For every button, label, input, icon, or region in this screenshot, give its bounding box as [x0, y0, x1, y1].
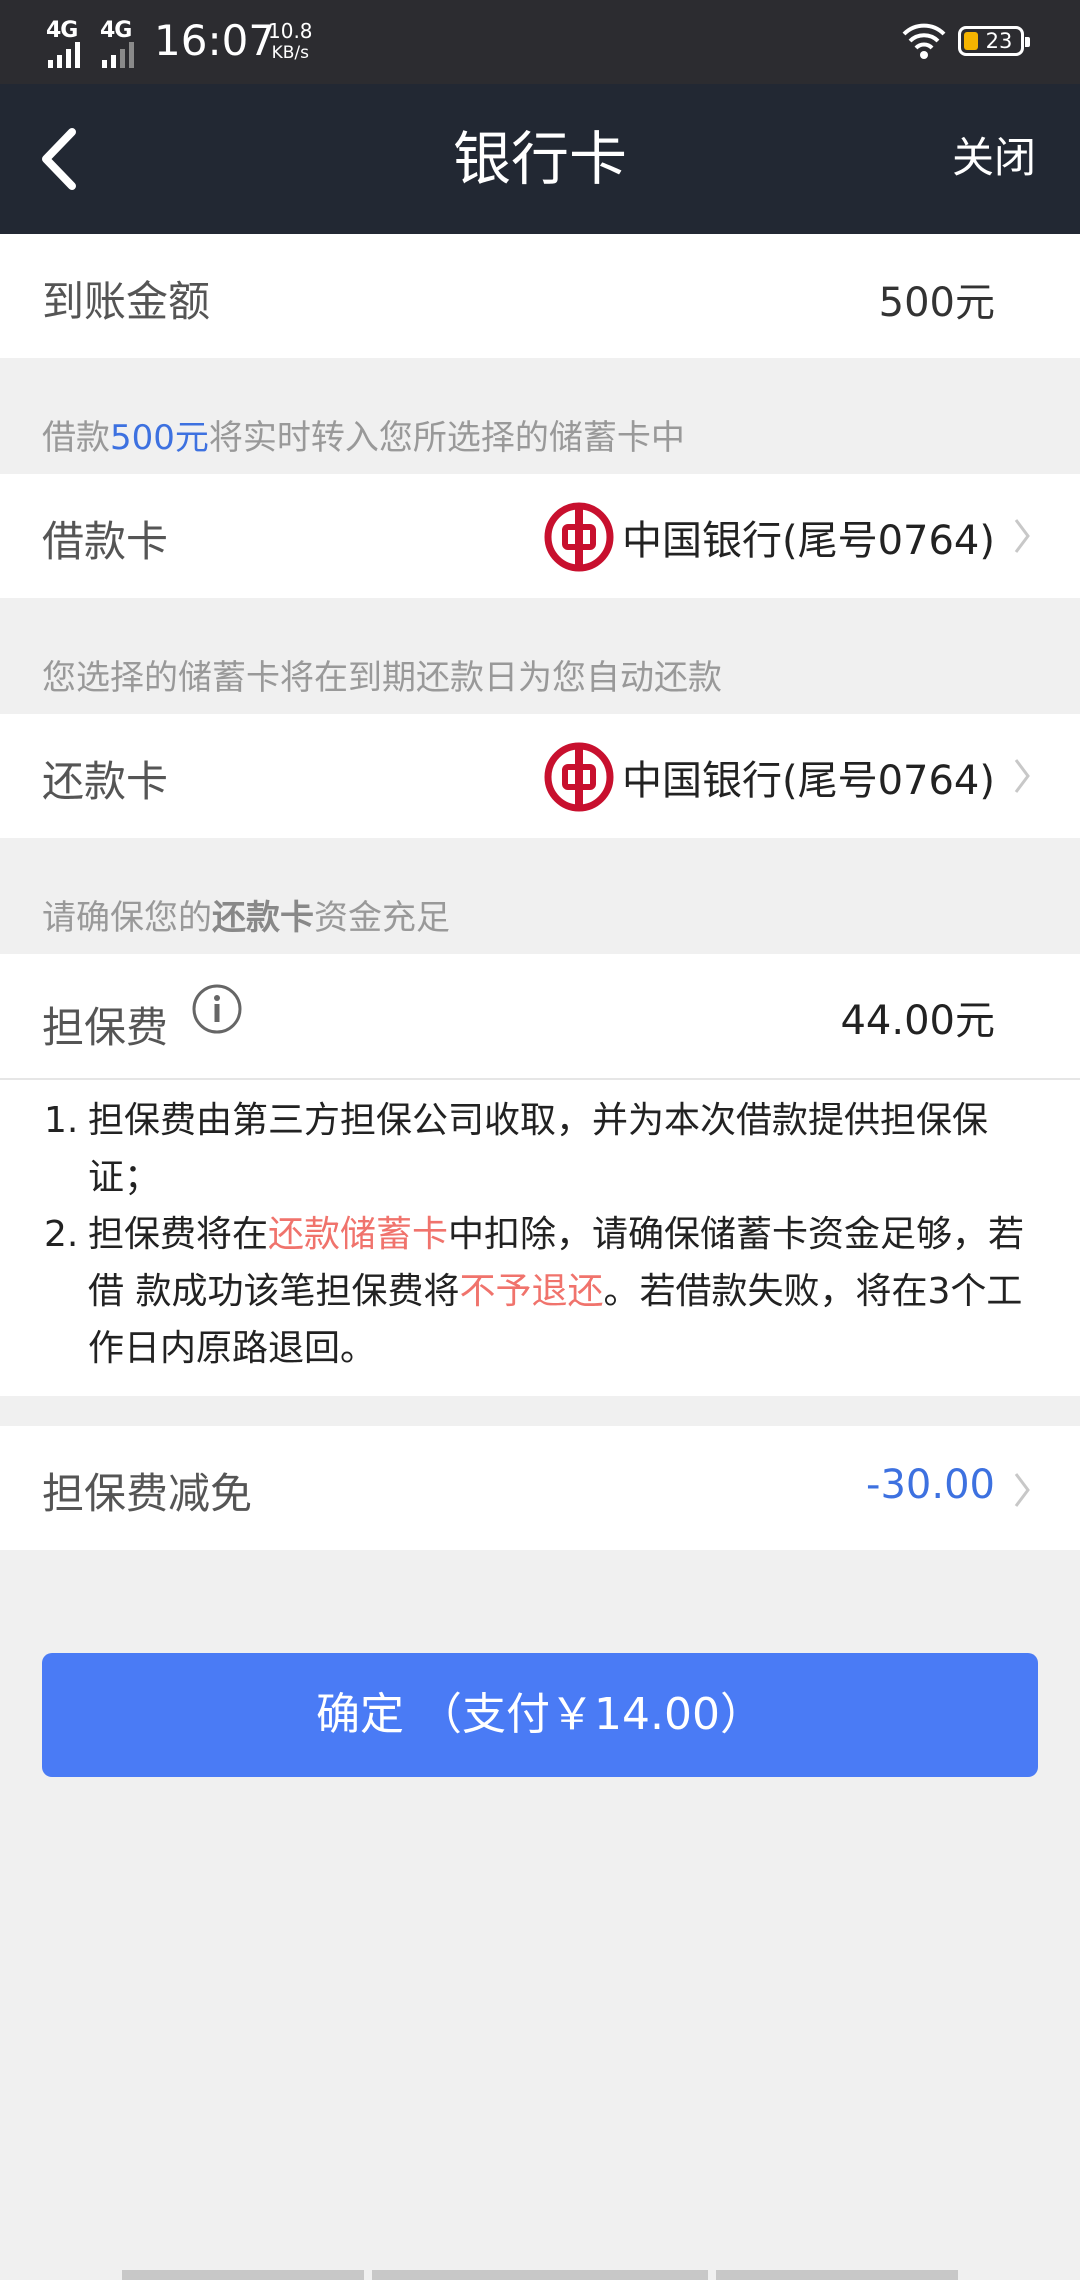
network-type: 4G [46, 18, 78, 43]
bottom-indicator [122, 2270, 364, 2280]
note-highlight: 还款储蓄卡 [268, 1214, 449, 1255]
battery-percent: 23 [985, 29, 1013, 53]
nav-bar: 银行卡 关闭 [0, 84, 1080, 234]
speed-value: 10.8 [268, 19, 313, 43]
battery-icon: 23 [958, 26, 1030, 56]
bottom-indicator [372, 2270, 708, 2280]
info-icon[interactable] [190, 982, 244, 1036]
signal-bars-icon [102, 42, 134, 68]
fee-discount-label: 担保费减免 [42, 1469, 253, 1518]
chevron-right-icon [1014, 759, 1030, 793]
loan-card-row[interactable]: 借款卡 中国银行(尾号0764) [0, 474, 1080, 598]
wifi-icon [902, 23, 946, 59]
bank-of-china-logo-icon [544, 742, 614, 812]
status-bar: 4G 4G 16:07 10.8 KB/s 23 [0, 0, 1080, 84]
guarantee-fee-value: 44.00元 [840, 998, 995, 1044]
repay-card-bank: 中国银行(尾号0764) [544, 742, 995, 812]
network-speed: 10.8 KB/s [268, 20, 313, 64]
note-item: 1. 担保费由第三方担保公司收取，并为本次借款提供担保保证； [44, 1100, 989, 1198]
note-highlight: 不予退还 [459, 1271, 604, 1312]
ensure-hint-bold: 还款卡 [212, 898, 314, 938]
bottom-indicator [716, 2270, 958, 2280]
chevron-right-icon [1014, 519, 1030, 553]
confirm-pay-button[interactable]: 确定 （支付￥14.00） [42, 1653, 1038, 1777]
arrival-amount-value: 500元 [878, 280, 995, 326]
clock: 16:07 [154, 16, 276, 65]
fee-discount-row[interactable]: 担保费减免 -30.00 [0, 1426, 1080, 1550]
fee-discount-value: -30.00 [866, 1462, 995, 1508]
arrival-amount-row: 到账金额 500元 [0, 234, 1080, 358]
network-type: 4G [100, 18, 132, 43]
loan-hint: 借款500元将实时转入您所选择的储蓄卡中 [42, 418, 685, 458]
bank-of-china-logo-icon [544, 502, 614, 572]
loan-hint-amount: 500元 [110, 418, 209, 458]
ensure-funds-hint: 请确保您的还款卡资金充足 [42, 898, 450, 938]
guarantee-fee-row: 担保费 44.00元 [0, 954, 1080, 1078]
loan-card-bank-name: 中国银行(尾号0764) [621, 518, 995, 564]
speed-unit: KB/s [271, 43, 309, 63]
repay-card-row[interactable]: 还款卡 中国银行(尾号0764) [0, 714, 1080, 838]
guarantee-fee-notes: 1. 担保费由第三方担保公司收取，并为本次借款提供担保保证； 2. 担保费将在还… [0, 1078, 1080, 1396]
arrival-amount-label: 到账金额 [42, 277, 211, 326]
signal-bars-icon [48, 42, 80, 68]
note-item: 2. 担保费将在还款储蓄卡中扣除，请确保储蓄卡资金足够，若借 款成功该笔担保费将… [44, 1214, 1025, 1369]
loan-card-bank: 中国银行(尾号0764) [544, 502, 995, 572]
battery-level [964, 32, 978, 50]
repay-hint: 您选择的储蓄卡将在到期还款日为您自动还款 [42, 658, 722, 698]
close-button[interactable]: 关闭 [952, 130, 1036, 186]
repay-card-label: 还款卡 [42, 757, 169, 806]
loan-card-label: 借款卡 [42, 517, 169, 566]
repay-card-bank-name: 中国银行(尾号0764) [621, 758, 995, 804]
page-title: 银行卡 [452, 125, 627, 193]
chevron-right-icon [1014, 1473, 1030, 1507]
guarantee-fee-label: 担保费 [42, 1003, 169, 1052]
